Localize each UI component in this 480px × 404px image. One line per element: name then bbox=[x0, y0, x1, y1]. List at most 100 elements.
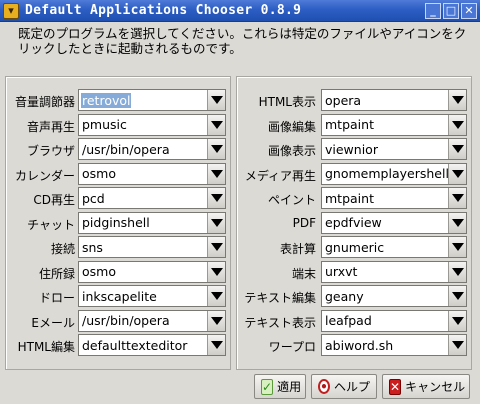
combo-value[interactable]: pcd bbox=[79, 191, 207, 206]
field-label: ドロー bbox=[38, 291, 75, 305]
minimize-icon[interactable]: _ bbox=[425, 3, 441, 19]
dropdown-arrow-icon[interactable] bbox=[207, 114, 225, 135]
app-combo[interactable]: geany bbox=[321, 285, 467, 307]
right-panel: HTML表示 opera 画像編集 mtpaint 画像表示 viewnior メディア再生… bbox=[236, 76, 472, 370]
combo-value[interactable]: gnomemplayershell bbox=[322, 166, 448, 181]
app-combo[interactable]: osmo bbox=[78, 260, 226, 283]
combo-value[interactable]: viewnior bbox=[322, 142, 448, 157]
app-combo[interactable]: defaulttexteditor bbox=[78, 334, 226, 356]
check-icon: ✓ bbox=[261, 378, 274, 395]
maximize-icon[interactable]: □ bbox=[443, 3, 459, 19]
close-icon[interactable]: ✕ bbox=[461, 3, 477, 19]
field-label: メディア再生 bbox=[244, 168, 316, 183]
dropdown-arrow-icon[interactable] bbox=[448, 335, 466, 355]
combo-value[interactable]: osmo bbox=[79, 166, 207, 181]
field-label: カレンダー bbox=[14, 168, 75, 183]
app-combo[interactable]: /usr/bin/opera bbox=[78, 309, 226, 332]
field-label: ワープロ bbox=[268, 340, 316, 354]
app-combo[interactable]: leafpad bbox=[321, 309, 467, 332]
dropdown-arrow-icon[interactable] bbox=[207, 310, 225, 331]
field-label: 表計算 bbox=[279, 242, 316, 256]
dropdown-arrow-icon[interactable] bbox=[448, 261, 466, 282]
dropdown-arrow-icon[interactable] bbox=[448, 188, 466, 208]
combo-value[interactable]: sns bbox=[79, 240, 207, 255]
field-label: ブラウザ bbox=[26, 144, 75, 158]
app-combo[interactable]: gnumeric bbox=[321, 236, 467, 258]
apply-label: 適用 bbox=[277, 380, 302, 394]
field-label: PDF bbox=[292, 215, 316, 230]
button-bar: ✓ 適用 • ヘルプ ✕ キャンセル bbox=[0, 374, 480, 399]
field-label: 画像編集 bbox=[267, 119, 316, 134]
dropdown-arrow-icon[interactable] bbox=[207, 261, 225, 282]
combo-value[interactable]: leafpad bbox=[322, 313, 448, 328]
window-title: Default Applications Chooser 0.8.9 bbox=[25, 3, 302, 18]
cancel-button[interactable]: ✕ キャンセル bbox=[382, 374, 470, 399]
combo-value[interactable]: mtpaint bbox=[322, 117, 448, 132]
app-combo[interactable]: viewnior bbox=[321, 138, 467, 160]
field-label: 接続 bbox=[50, 242, 75, 256]
app-combo[interactable]: pcd bbox=[78, 187, 226, 209]
app-combo[interactable]: opera bbox=[321, 89, 467, 111]
app-combo[interactable]: pmusic bbox=[78, 113, 226, 136]
dropdown-arrow-icon[interactable] bbox=[448, 286, 466, 306]
field-label: CD再生 bbox=[33, 193, 75, 207]
combo-value[interactable]: inkscapelite bbox=[79, 289, 207, 304]
dropdown-arrow-icon[interactable] bbox=[448, 163, 466, 184]
app-combo[interactable]: pidginshell bbox=[78, 211, 226, 234]
field-label: 端末 bbox=[291, 266, 316, 281]
dropdown-arrow-icon[interactable] bbox=[448, 237, 466, 257]
app-combo[interactable]: osmo bbox=[78, 162, 226, 185]
field-label: Eメール bbox=[31, 315, 75, 330]
app-combo[interactable]: inkscapelite bbox=[78, 285, 226, 307]
combo-value[interactable]: geany bbox=[322, 289, 448, 304]
app-combo[interactable]: mtpaint bbox=[321, 113, 467, 136]
field-label: テキスト表示 bbox=[244, 315, 316, 330]
dropdown-arrow-icon[interactable] bbox=[207, 90, 225, 110]
dropdown-arrow-icon[interactable] bbox=[207, 237, 225, 257]
dropdown-arrow-icon[interactable] bbox=[448, 310, 466, 331]
app-combo[interactable]: sns bbox=[78, 236, 226, 258]
combo-value[interactable]: gnumeric bbox=[322, 240, 448, 255]
combo-value[interactable]: mtpaint bbox=[322, 191, 448, 206]
dropdown-arrow-icon[interactable] bbox=[448, 114, 466, 135]
apply-button[interactable]: ✓ 適用 bbox=[254, 374, 306, 399]
combo-value[interactable]: defaulttexteditor bbox=[79, 338, 207, 353]
app-combo[interactable]: abiword.sh bbox=[321, 334, 467, 356]
combo-value[interactable]: opera bbox=[322, 93, 448, 108]
combo-value[interactable]: /usr/bin/opera bbox=[79, 313, 207, 328]
dropdown-arrow-icon[interactable] bbox=[207, 163, 225, 184]
dropdown-arrow-icon[interactable] bbox=[207, 139, 225, 159]
combo-value[interactable]: epdfview bbox=[322, 215, 448, 230]
combo-value[interactable]: osmo bbox=[79, 264, 207, 279]
field-label: ペイント bbox=[267, 193, 316, 207]
combo-value[interactable]: /usr/bin/opera bbox=[79, 142, 207, 157]
app-combo[interactable]: gnomemplayershell bbox=[321, 162, 467, 185]
field-label: HTML編集 bbox=[17, 340, 75, 354]
app-combo[interactable]: urxvt bbox=[321, 260, 467, 283]
dropdown-arrow-icon[interactable] bbox=[207, 188, 225, 208]
dropdown-arrow-icon[interactable] bbox=[448, 139, 466, 159]
combo-value[interactable]: urxvt bbox=[322, 264, 448, 279]
dropdown-arrow-icon[interactable] bbox=[448, 90, 466, 110]
field-label: 音量調節器 bbox=[14, 95, 75, 109]
field-label: HTML表示 bbox=[258, 95, 316, 109]
app-combo[interactable]: epdfview bbox=[321, 211, 467, 234]
cancel-label: キャンセル bbox=[405, 380, 466, 394]
help-button[interactable]: • ヘルプ bbox=[311, 374, 377, 399]
title-bar: ▾ Default Applications Chooser 0.8.9 _ □… bbox=[0, 0, 480, 22]
combo-value[interactable]: pidginshell bbox=[79, 215, 207, 230]
app-combo[interactable]: mtpaint bbox=[321, 187, 467, 209]
field-label: 音声再生 bbox=[26, 119, 75, 134]
dropdown-arrow-icon[interactable] bbox=[207, 286, 225, 306]
dropdown-arrow-icon[interactable] bbox=[448, 212, 466, 233]
app-combo[interactable]: retrovol bbox=[78, 89, 226, 111]
intro-text: 既定のプログラムを選択してください。これらは特定のファイルやアイコンをクリックし… bbox=[18, 26, 467, 56]
combo-value[interactable]: pmusic bbox=[79, 117, 207, 132]
combo-value[interactable]: retrovol bbox=[81, 92, 131, 108]
combo-value[interactable]: abiword.sh bbox=[322, 338, 448, 353]
dropdown-arrow-icon[interactable] bbox=[207, 212, 225, 233]
left-panel: 音量調節器 retrovol 音声再生 pmusic ブラウザ/usr/bin/oper… bbox=[5, 76, 231, 370]
field-label: 画像表示 bbox=[267, 144, 316, 158]
dropdown-arrow-icon[interactable] bbox=[207, 335, 225, 355]
app-combo[interactable]: /usr/bin/opera bbox=[78, 138, 226, 160]
